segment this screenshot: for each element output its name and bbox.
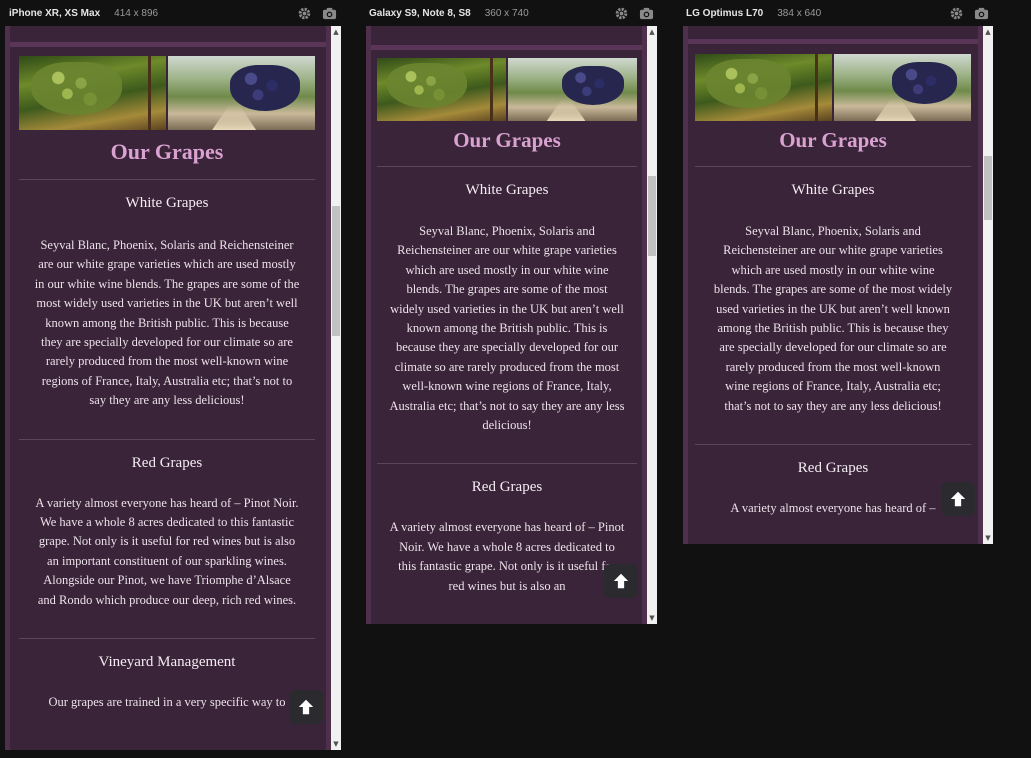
divider — [19, 438, 315, 440]
section-heading-white: White Grapes — [465, 182, 549, 198]
camera-icon[interactable] — [974, 6, 989, 21]
device-tools — [297, 6, 337, 21]
device-name: Galaxy S9, Note 8, S8 — [369, 7, 471, 19]
device-frame-iphone: iPhone XR, XS Max 414 x 896 Our Grapes W… — [5, 0, 341, 758]
nav-strip — [688, 26, 978, 44]
back-to-top-button[interactable] — [289, 690, 323, 724]
section-text-red: A variety almost everyone has heard of – — [730, 501, 936, 516]
web-page: Our Grapes White Grapes Seyval Blanc, Ph… — [366, 26, 647, 624]
scrollbar-thumb[interactable] — [648, 176, 656, 256]
page-content: Our Grapes White Grapes Seyval Blanc, Ph… — [695, 54, 971, 518]
section-heading-white: White Grapes — [125, 195, 209, 211]
section-heading-white: White Grapes — [791, 182, 875, 198]
camera-icon[interactable] — [639, 6, 654, 21]
section-text-red: A variety almost everyone has heard of –… — [35, 495, 299, 607]
back-to-top-button[interactable] — [941, 482, 975, 516]
web-page: Our Grapes White Grapes Seyval Blanc, Ph… — [683, 26, 983, 544]
settings-icon[interactable] — [949, 6, 964, 21]
divider — [377, 166, 637, 167]
settings-icon[interactable] — [297, 6, 312, 21]
device-size: 384 x 640 — [777, 7, 822, 19]
device-header: iPhone XR, XS Max 414 x 896 — [9, 0, 158, 26]
device-header: LG Optimus L70 384 x 640 — [686, 0, 821, 26]
section-heading-red: Red Grapes — [471, 479, 543, 496]
scroll-down-arrow-icon[interactable]: ▼ — [331, 738, 341, 750]
vineyard-image — [834, 54, 971, 121]
section-heading-red: Red Grapes — [797, 460, 869, 477]
page-scrollbar[interactable]: ▲ ▼ — [647, 26, 657, 624]
page-scrollbar[interactable]: ▲ ▼ — [331, 26, 341, 750]
scrollbar-thumb[interactable] — [984, 156, 992, 220]
scroll-down-arrow-icon[interactable]: ▼ — [647, 612, 657, 624]
section-text-vineyard: Our grapes are trained in a very specifi… — [48, 695, 286, 710]
device-viewport[interactable]: Our Grapes White Grapes Seyval Blanc, Ph… — [366, 26, 657, 624]
divider — [19, 638, 315, 640]
back-to-top-button[interactable] — [604, 564, 638, 598]
grape-vine-image — [695, 54, 832, 121]
grape-vine-image — [19, 56, 166, 130]
section-text-white: Seyval Blanc, Phoenix, Solaris and Reich… — [34, 238, 300, 408]
arrow-up-icon — [950, 491, 966, 507]
device-tools — [614, 6, 654, 21]
page-title: Our Grapes — [110, 139, 224, 164]
scroll-up-arrow-icon[interactable]: ▲ — [983, 26, 993, 38]
device-name: LG Optimus L70 — [686, 7, 764, 19]
page-content: Our Grapes White Grapes Seyval Blanc, Ph… — [377, 58, 637, 596]
device-frame-galaxy: Galaxy S9, Note 8, S8 360 x 740 Our Grap… — [366, 0, 657, 624]
device-name: iPhone XR, XS Max — [9, 7, 101, 19]
camera-icon[interactable] — [322, 6, 337, 21]
device-viewport[interactable]: Our Grapes White Grapes Seyval Blanc, Ph… — [683, 26, 993, 544]
device-size: 360 x 740 — [484, 7, 529, 19]
device-viewport[interactable]: Our Grapes White Grapes Seyval Blanc, Ph… — [5, 26, 341, 750]
section-text-white: Seyval Blanc, Phoenix, Solaris and Reich… — [389, 224, 625, 433]
hero-images — [377, 58, 637, 121]
device-size: 414 x 896 — [114, 7, 159, 19]
device-header: Galaxy S9, Note 8, S8 360 x 740 — [369, 0, 529, 26]
section-heading-red: Red Grapes — [131, 454, 203, 471]
settings-icon[interactable] — [614, 6, 629, 21]
arrow-up-icon — [298, 699, 314, 715]
page-title: Our Grapes — [453, 128, 561, 152]
page-scrollbar[interactable]: ▲ ▼ — [983, 26, 993, 544]
arrow-up-icon — [613, 573, 629, 589]
scroll-down-arrow-icon[interactable]: ▼ — [983, 532, 993, 544]
vineyard-image — [508, 58, 637, 121]
divider — [377, 463, 637, 465]
section-text-red: A variety almost everyone has heard of –… — [389, 520, 625, 593]
hero-images — [19, 56, 315, 130]
scroll-up-arrow-icon[interactable]: ▲ — [647, 26, 657, 38]
section-heading-vineyard: Vineyard Management — [98, 654, 236, 671]
nav-strip — [371, 26, 642, 50]
scroll-up-arrow-icon[interactable]: ▲ — [331, 26, 341, 38]
page-content: Our Grapes White Grapes Seyval Blanc, Ph… — [19, 56, 315, 713]
divider — [695, 166, 971, 167]
section-text-white: Seyval Blanc, Phoenix, Solaris and Reich… — [713, 224, 953, 413]
device-frame-lg: LG Optimus L70 384 x 640 Our Grapes Whit… — [683, 0, 993, 544]
nav-strip — [10, 26, 326, 47]
divider — [19, 179, 315, 180]
device-tools — [949, 6, 989, 21]
page-title: Our Grapes — [779, 128, 887, 152]
hero-images — [695, 54, 971, 121]
web-page: Our Grapes White Grapes Seyval Blanc, Ph… — [5, 26, 331, 750]
grape-vine-image — [377, 58, 506, 121]
vineyard-image — [168, 56, 315, 130]
scrollbar-thumb[interactable] — [332, 206, 340, 336]
divider — [695, 444, 971, 446]
